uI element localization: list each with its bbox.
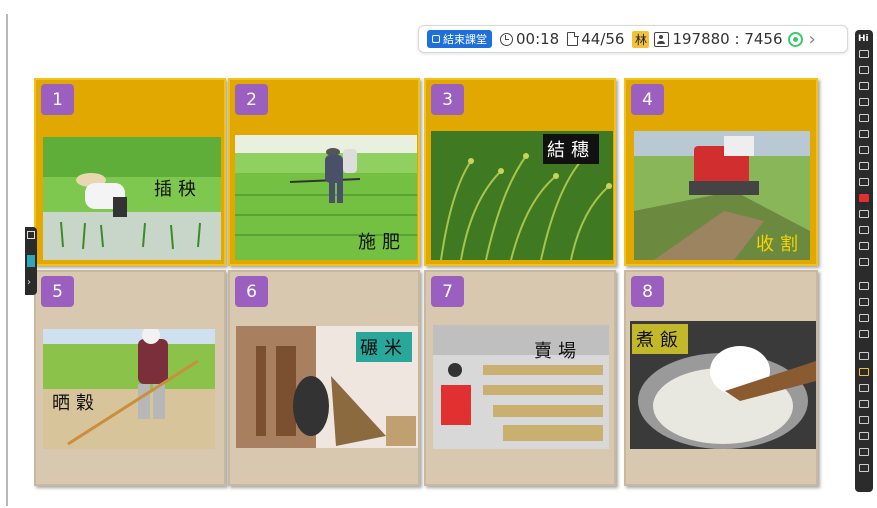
timer-value: 00:18 bbox=[516, 30, 560, 48]
card-number: 6 bbox=[235, 276, 268, 307]
card-caption: 收割 bbox=[756, 234, 804, 255]
card-8[interactable]: 8 煮飯 bbox=[624, 270, 818, 486]
card-number: 1 bbox=[41, 84, 74, 115]
tools-sidebar: Hi bbox=[855, 30, 873, 492]
brush-icon[interactable] bbox=[859, 98, 869, 106]
card-3[interactable]: 3 結穗 bbox=[424, 78, 616, 266]
timer-icon[interactable] bbox=[859, 432, 869, 440]
settings-icon[interactable] bbox=[859, 258, 869, 266]
image-icon[interactable] bbox=[859, 162, 869, 170]
card-4[interactable]: 4 收割 bbox=[624, 78, 818, 266]
timer: 00:18 bbox=[500, 30, 559, 48]
session-toolbar: 結束課堂 00:18 44/56 林 197880 : 7456 › bbox=[418, 25, 848, 53]
end-class-label: 結束課堂 bbox=[443, 33, 487, 46]
card-6[interactable]: 6 碾米 bbox=[228, 270, 420, 486]
share-icon[interactable] bbox=[859, 352, 869, 360]
signal-icon bbox=[787, 31, 803, 47]
card-caption: 晒穀 bbox=[52, 393, 100, 414]
stop-icon bbox=[432, 35, 440, 43]
left-panel-tab[interactable]: › bbox=[25, 227, 37, 295]
gallery-icon[interactable] bbox=[859, 448, 869, 456]
card-number: 7 bbox=[431, 276, 464, 307]
eraser-icon[interactable] bbox=[859, 178, 869, 186]
stamp-icon[interactable] bbox=[859, 226, 869, 234]
emoji-icon[interactable] bbox=[859, 146, 869, 154]
card-2[interactable]: 2 施肥 bbox=[228, 78, 420, 266]
chevron-down-icon[interactable] bbox=[859, 314, 869, 322]
card-number: 8 bbox=[631, 276, 664, 307]
card-7[interactable]: 7 賣場 bbox=[424, 270, 616, 486]
users-icon[interactable] bbox=[859, 416, 869, 424]
marker-icon[interactable] bbox=[859, 114, 869, 122]
card-5[interactable]: 5 晒穀 bbox=[34, 270, 226, 486]
card-caption: 插秧 bbox=[154, 179, 202, 200]
panel-indicator bbox=[27, 255, 35, 267]
clock-icon bbox=[500, 32, 513, 46]
card-caption: 施肥 bbox=[358, 232, 406, 253]
store-image bbox=[433, 325, 609, 449]
tools-label: Hi bbox=[858, 34, 869, 44]
chevron-right-icon: › bbox=[27, 277, 31, 288]
end-class-button[interactable]: 結束課堂 bbox=[427, 30, 492, 48]
card-number: 2 bbox=[235, 84, 268, 115]
plus-icon[interactable] bbox=[859, 298, 869, 306]
card-caption: 碾米 bbox=[356, 332, 412, 362]
select-icon[interactable] bbox=[859, 66, 869, 74]
pointer-icon[interactable] bbox=[859, 82, 869, 90]
color-picker-icon[interactable] bbox=[859, 194, 869, 202]
teacher-badge[interactable]: 林 bbox=[632, 30, 650, 48]
card-caption: 結穗 bbox=[543, 134, 599, 164]
chevron-right-icon[interactable]: › bbox=[809, 29, 816, 50]
list-icon[interactable] bbox=[859, 400, 869, 408]
highlight-icon[interactable] bbox=[859, 368, 869, 376]
card-caption: 煮飯 bbox=[632, 324, 688, 354]
text-icon[interactable] bbox=[859, 130, 869, 138]
card-1[interactable]: 1 插秧 bbox=[34, 78, 226, 266]
page-value: 44/56 bbox=[581, 30, 625, 48]
card-caption: 賣場 bbox=[534, 341, 582, 362]
page-counter: 44/56 bbox=[567, 30, 624, 48]
chevron-up-icon[interactable] bbox=[859, 282, 869, 290]
trash-icon[interactable] bbox=[859, 242, 869, 250]
panel-icon bbox=[27, 231, 35, 239]
id-card-icon bbox=[654, 31, 670, 47]
pen-icon[interactable] bbox=[859, 50, 869, 58]
meeting-id: 197880 : 7456 bbox=[672, 30, 783, 48]
search-icon[interactable] bbox=[859, 330, 869, 338]
grid-icon[interactable] bbox=[859, 384, 869, 392]
shape-icon[interactable] bbox=[859, 210, 869, 218]
card-number: 3 bbox=[431, 84, 464, 115]
exit-icon[interactable] bbox=[859, 464, 869, 472]
document-icon bbox=[567, 31, 579, 46]
card-number: 4 bbox=[631, 84, 664, 115]
card-number: 5 bbox=[41, 276, 74, 307]
